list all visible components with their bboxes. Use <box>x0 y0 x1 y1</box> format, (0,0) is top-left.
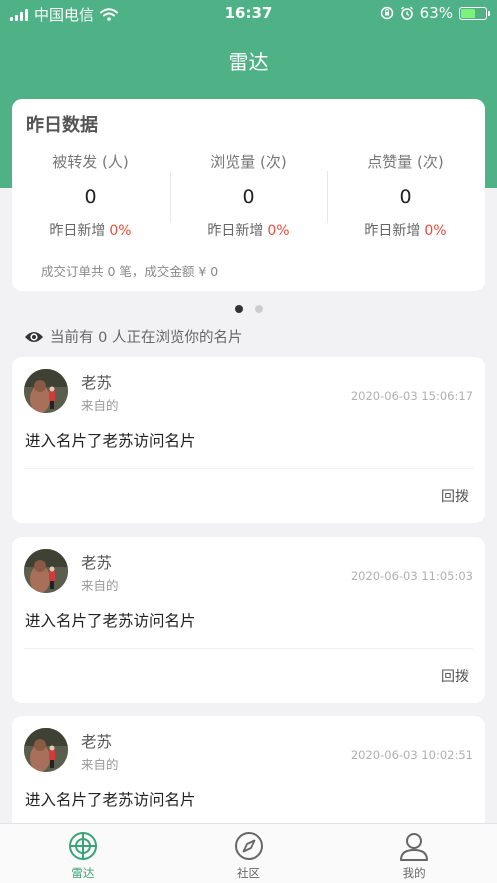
divider <box>24 648 473 649</box>
callback-button[interactable]: 回拨 <box>441 486 469 506</box>
visit-description: 进入名片了老苏访问名片 <box>25 612 196 630</box>
stat-views[interactable]: 浏览量 (次) 0 昨日新增 0% <box>170 151 327 240</box>
visitor-source: 来自的 <box>81 578 119 593</box>
visit-card[interactable]: 老苏 来自的 2020-06-03 15:06:17 进入名片了老苏访问名片 回… <box>12 357 485 523</box>
stat-value: 0 <box>399 186 412 208</box>
visit-description: 进入名片了老苏访问名片 <box>25 791 196 809</box>
callback-button[interactable]: 回拨 <box>441 666 469 686</box>
carousel-dot-active[interactable] <box>234 305 243 313</box>
stat-value: 0 <box>84 186 97 208</box>
visitor-name: 老苏 <box>81 554 113 572</box>
viewing-text: 当前有 0 人正在浏览你的名片 <box>50 330 243 346</box>
carousel-dot[interactable] <box>254 305 263 313</box>
stat-new-percent: 0% <box>424 223 447 239</box>
stat-label: 被转发 (人) <box>52 153 129 171</box>
stats-summary: 成交订单共 0 笔，成交金额 ¥ 0 <box>41 264 219 279</box>
tab-label: 我的 <box>402 866 426 880</box>
avatar[interactable] <box>24 549 68 593</box>
rotation-lock-icon <box>380 6 393 20</box>
visit-description: 进入名片了老苏访问名片 <box>25 432 196 450</box>
visitor-source: 来自的 <box>81 398 119 413</box>
visitor-source: 来自的 <box>81 757 119 772</box>
visitor-name: 老苏 <box>81 733 113 751</box>
stat-new: 昨日新增 0% <box>327 220 484 240</box>
battery-percent: 63% <box>419 4 453 22</box>
tab-radar[interactable]: 雷达 <box>0 824 166 883</box>
battery-icon <box>459 6 490 20</box>
status-bar: 中国电信 16:37 63% <box>0 0 497 26</box>
stat-likes[interactable]: 点赞量 (次) 0 昨日新增 0% <box>327 151 484 240</box>
tab-mine[interactable]: 我的 <box>331 824 497 883</box>
alarm-icon <box>400 6 413 20</box>
tab-bar: 雷达 社区 我的 <box>0 823 497 883</box>
tab-community[interactable]: 社区 <box>166 824 332 883</box>
stat-new: 昨日新增 0% <box>12 220 169 240</box>
stat-label: 浏览量 (次) <box>210 153 287 171</box>
stat-new-percent: 0% <box>109 223 132 239</box>
tab-label: 社区 <box>237 866 260 880</box>
radar-icon <box>68 832 97 860</box>
user-icon <box>400 833 429 861</box>
stats-title: 昨日数据 <box>26 115 98 136</box>
compass-icon <box>234 832 263 860</box>
avatar[interactable] <box>24 728 68 772</box>
visitor-name: 老苏 <box>81 374 113 392</box>
stat-new: 昨日新增 0% <box>170 220 327 240</box>
stat-label: 点赞量 (次) <box>367 153 444 171</box>
stat-new-label: 昨日新增 <box>364 223 421 239</box>
viewing-notice: 当前有 0 人正在浏览你的名片 <box>24 326 242 347</box>
stat-new-label: 昨日新增 <box>49 223 106 239</box>
tab-label: 雷达 <box>71 866 95 880</box>
divider <box>24 468 473 469</box>
eye-icon <box>25 331 43 342</box>
visit-time: 2020-06-03 10:02:51 <box>350 748 473 762</box>
stat-forwarded[interactable]: 被转发 (人) 0 昨日新增 0% <box>12 151 169 240</box>
avatar[interactable] <box>24 369 68 413</box>
stat-new-percent: 0% <box>267 223 290 239</box>
visit-time: 2020-06-03 15:06:17 <box>350 389 473 403</box>
visit-card[interactable]: 老苏 来自的 2020-06-03 11:05:03 进入名片了老苏访问名片 回… <box>12 537 485 703</box>
stats-card: 昨日数据 被转发 (人) 0 昨日新增 0% 浏览量 (次) 0 昨日新增 0% 点… <box>12 99 485 291</box>
visit-time: 2020-06-03 11:05:03 <box>350 569 473 583</box>
stat-value: 0 <box>242 186 255 208</box>
page-title: 雷达 <box>228 50 269 74</box>
carousel-dots <box>0 305 497 313</box>
stat-new-label: 昨日新增 <box>207 223 264 239</box>
